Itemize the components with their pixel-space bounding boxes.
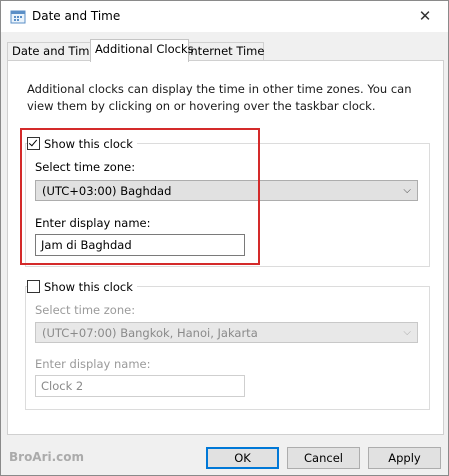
apply-button[interactable]: Apply — [368, 447, 441, 469]
close-icon[interactable]: ✕ — [402, 1, 448, 32]
clock2-name-label: Enter display name: — [35, 357, 151, 371]
clock1-timezone-label: Select time zone: — [35, 160, 136, 174]
intro-text: Additional clocks can display the time i… — [27, 82, 412, 113]
cancel-button[interactable]: Cancel — [287, 447, 360, 469]
additional-clocks-panel: Additional clocks can display the time i… — [7, 60, 444, 435]
checkbox-unchecked-icon[interactable] — [27, 280, 40, 293]
chevron-down-icon: ⌵ — [403, 185, 411, 196]
ok-button[interactable]: OK — [206, 447, 279, 469]
clock1-name-input[interactable]: Jam di Baghdad — [35, 234, 245, 256]
tab-date-and-time[interactable]: Date and Time — [7, 42, 97, 61]
title-bar: Date and Time ✕ — [1, 1, 448, 32]
tab-additional-clocks[interactable]: Additional Clocks — [90, 39, 194, 62]
clock1-name-label: Enter display name: — [35, 216, 151, 230]
tab-internet-time[interactable]: Internet Time — [182, 42, 264, 61]
date-time-dialog: Date and Time ✕ Date and Time Additional… — [0, 0, 449, 476]
clock2-timezone-label: Select time zone: — [35, 303, 136, 317]
clock-calendar-icon — [10, 10, 26, 24]
clock1-show-checkbox[interactable]: Show this clock — [27, 137, 137, 153]
clock2-timezone-value: (UTC+07:00) Bangkok, Hanoi, Jakarta — [42, 326, 258, 340]
window-title: Date and Time — [32, 9, 121, 23]
clock2-show-label: Show this clock — [44, 280, 133, 294]
clock2-timezone-select[interactable]: (UTC+07:00) Bangkok, Hanoi, Jakarta ⌵ — [35, 322, 418, 343]
clock2-show-checkbox[interactable]: Show this clock — [27, 280, 137, 296]
chevron-down-icon: ⌵ — [403, 327, 411, 338]
clock1-show-label: Show this clock — [44, 137, 133, 151]
clock2-name-input[interactable]: Clock 2 — [35, 375, 245, 397]
checkbox-checked-icon[interactable] — [27, 137, 40, 150]
watermark: BroAri.com — [9, 450, 85, 464]
clock1-timezone-select[interactable]: (UTC+03:00) Baghdad ⌵ — [35, 180, 418, 201]
clock1-timezone-value: (UTC+03:00) Baghdad — [42, 184, 172, 198]
